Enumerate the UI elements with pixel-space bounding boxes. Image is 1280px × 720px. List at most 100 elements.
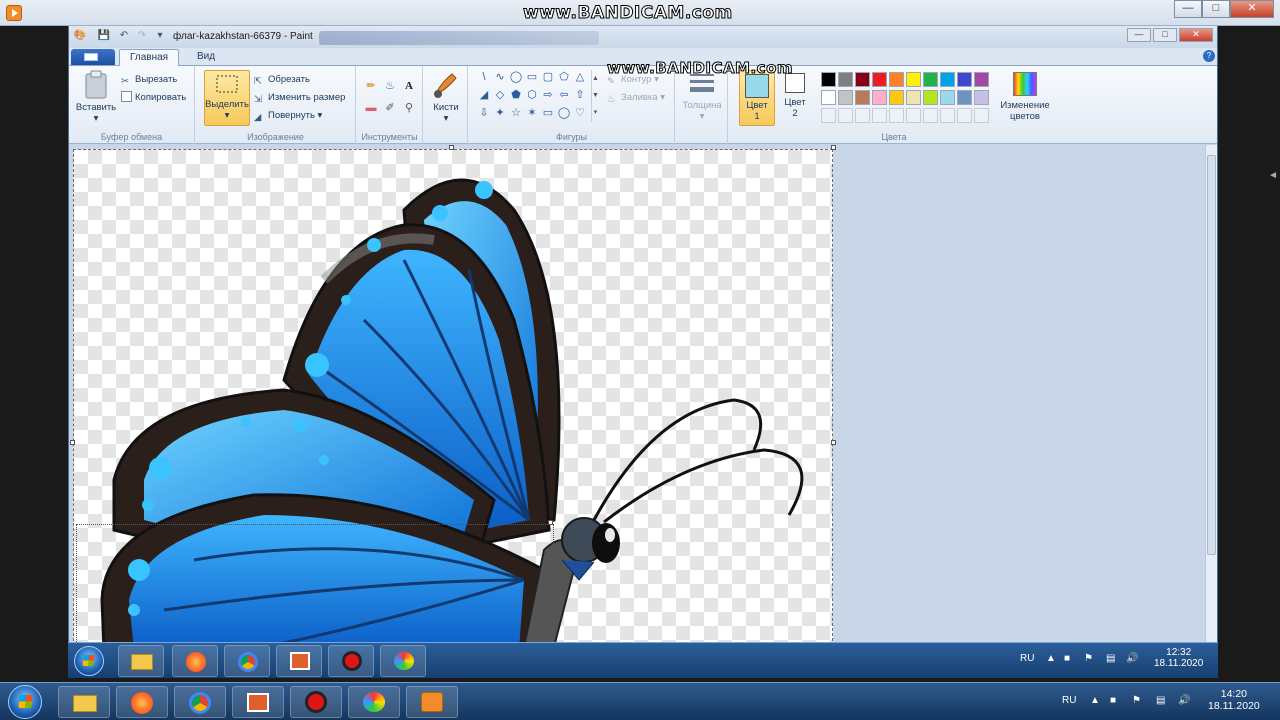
custom-color-slot[interactable] (940, 108, 955, 123)
palette-swatch[interactable] (957, 72, 972, 87)
canvas-handle-right[interactable] (831, 440, 836, 445)
maximize-button[interactable]: □ (1202, 0, 1230, 18)
inner-paint-icon[interactable] (380, 645, 426, 677)
volume-icon[interactable]: 🔊 (1178, 695, 1190, 706)
language-indicator[interactable]: RU (1062, 695, 1076, 706)
palette-swatch[interactable] (940, 72, 955, 87)
custom-color-slot[interactable] (872, 108, 887, 123)
selection-rectangle[interactable] (76, 524, 554, 642)
inner-tray-app-icon[interactable]: ■ (1064, 653, 1070, 664)
custom-color-slot[interactable] (889, 108, 904, 123)
line-shape-icon[interactable]: \ (477, 70, 491, 84)
record-icon[interactable] (290, 686, 342, 718)
polygon-shape-icon[interactable]: ⬠ (557, 70, 571, 84)
rounded-rect-shape-icon[interactable]: ▢ (541, 70, 555, 84)
inner-language-indicator[interactable]: RU (1020, 653, 1034, 664)
file-menu-button[interactable] (71, 49, 115, 65)
save-icon[interactable]: 💾 (97, 29, 111, 43)
cut-button[interactable]: ✂ Вырезать (121, 72, 177, 88)
heart-shape-icon[interactable]: ♡ (573, 106, 587, 120)
vertical-scrollbar[interactable] (1205, 145, 1217, 642)
undo-icon[interactable]: ↶ (117, 29, 131, 43)
right-arrow-shape-icon[interactable]: ⇨ (541, 88, 555, 102)
paint-close-button[interactable]: ✕ (1179, 28, 1213, 42)
inner-explorer-icon[interactable] (118, 645, 164, 677)
custom-color-slot[interactable] (838, 108, 853, 123)
palette-swatch[interactable] (889, 72, 904, 87)
pencil-icon[interactable]: ✏ (363, 78, 379, 94)
left-arrow-shape-icon[interactable]: ⇦ (557, 88, 571, 102)
qat-dropdown-icon[interactable]: ▾ (153, 29, 167, 43)
shapes-scroll[interactable]: ▲ ▼ ▾ (591, 70, 599, 122)
custom-color-slot[interactable] (957, 108, 972, 123)
paint-taskbar-icon[interactable] (348, 686, 400, 718)
triangle-shape-icon[interactable]: △ (573, 70, 587, 84)
paint-minimize-button[interactable]: — (1127, 28, 1151, 42)
palette-swatch[interactable] (923, 90, 938, 105)
tray-app-icon[interactable]: ■ (1110, 695, 1116, 706)
custom-color-slot[interactable] (906, 108, 921, 123)
star6-shape-icon[interactable]: ✶ (525, 106, 539, 120)
help-icon[interactable]: ? (1203, 50, 1215, 62)
fill-icon[interactable]: ♨ (382, 78, 398, 94)
inner-network-icon[interactable]: ▤ (1106, 653, 1115, 664)
fill-button[interactable]: ♨ Заливка ▾ (607, 90, 665, 106)
chrome-icon[interactable] (174, 686, 226, 718)
inner-start-button[interactable] (74, 646, 104, 676)
custom-color-slot[interactable] (923, 108, 938, 123)
pentagon-shape-icon[interactable]: ⬟ (509, 88, 523, 102)
text-tool-icon[interactable]: A (401, 78, 417, 94)
tray-expand-icon[interactable]: ▲ (1090, 695, 1100, 706)
palette-swatch[interactable] (906, 72, 921, 87)
paint-maximize-button[interactable]: □ (1153, 28, 1177, 42)
scrollbar-thumb[interactable] (1207, 155, 1216, 555)
clock[interactable]: 14:20 18.11.2020 (1208, 688, 1260, 712)
inner-firefox-icon[interactable] (172, 645, 218, 677)
inner-volume-icon[interactable]: 🔊 (1126, 653, 1138, 664)
explorer-icon[interactable] (58, 686, 110, 718)
palette-swatch[interactable] (940, 90, 955, 105)
up-arrow-shape-icon[interactable]: ⇧ (573, 88, 587, 102)
color1-button[interactable]: Цвет 1 (739, 70, 775, 126)
inner-record-icon[interactable] (328, 645, 374, 677)
custom-color-slot[interactable] (974, 108, 989, 123)
star5-shape-icon[interactable]: ☆ (509, 106, 523, 120)
canvas-handle-top-right[interactable] (831, 145, 836, 150)
crop-button[interactable]: ⇱ Обрезать (254, 72, 310, 88)
canvas-handle-top[interactable] (449, 145, 454, 150)
brushes-button[interactable]: Кисти ▾ (426, 70, 466, 124)
palette-swatch[interactable] (974, 72, 989, 87)
size-button[interactable]: Толщина ▾ (680, 70, 724, 122)
oval-shape-icon[interactable]: ◯ (509, 70, 523, 84)
palette-swatch[interactable] (821, 90, 836, 105)
custom-color-slot[interactable] (821, 108, 836, 123)
palette-swatch[interactable] (923, 72, 938, 87)
rectangle-shape-icon[interactable]: ▭ (525, 70, 539, 84)
right-triangle-shape-icon[interactable]: ◢ (477, 88, 491, 102)
down-arrow-shape-icon[interactable]: ⇩ (477, 106, 491, 120)
paste-button[interactable]: Вставить ▾ (73, 70, 119, 124)
palette-swatch[interactable] (838, 72, 853, 87)
palette-swatch[interactable] (957, 90, 972, 105)
select-button[interactable]: Выделить ▾ (204, 70, 250, 126)
palette-swatch[interactable] (855, 72, 870, 87)
inner-chrome-icon[interactable] (224, 645, 270, 677)
custom-color-slot[interactable] (855, 108, 870, 123)
eraser-icon[interactable]: ▬ (363, 100, 379, 116)
inner-clock[interactable]: 12:32 18.11.2020 (1154, 647, 1203, 669)
diamond-shape-icon[interactable]: ◇ (493, 88, 507, 102)
color2-button[interactable]: Цвет 2 (779, 73, 811, 119)
rotate-button[interactable]: ◢ Повернуть ▾ (254, 108, 322, 124)
firefox-icon[interactable] (116, 686, 168, 718)
hexagon-shape-icon[interactable]: ⬡ (525, 88, 539, 102)
start-button[interactable] (8, 685, 42, 719)
color-picker-icon[interactable]: ✐ (382, 100, 398, 116)
palette-swatch[interactable] (838, 90, 853, 105)
canvas-handle-left[interactable] (70, 440, 75, 445)
tab-view[interactable]: Вид (187, 49, 225, 67)
network-icon[interactable]: ▤ (1156, 695, 1165, 706)
palette-swatch[interactable] (855, 90, 870, 105)
curve-shape-icon[interactable]: ∿ (493, 70, 507, 84)
inner-presentation-app-icon[interactable] (276, 645, 322, 677)
presentation-app-icon[interactable] (232, 686, 284, 718)
